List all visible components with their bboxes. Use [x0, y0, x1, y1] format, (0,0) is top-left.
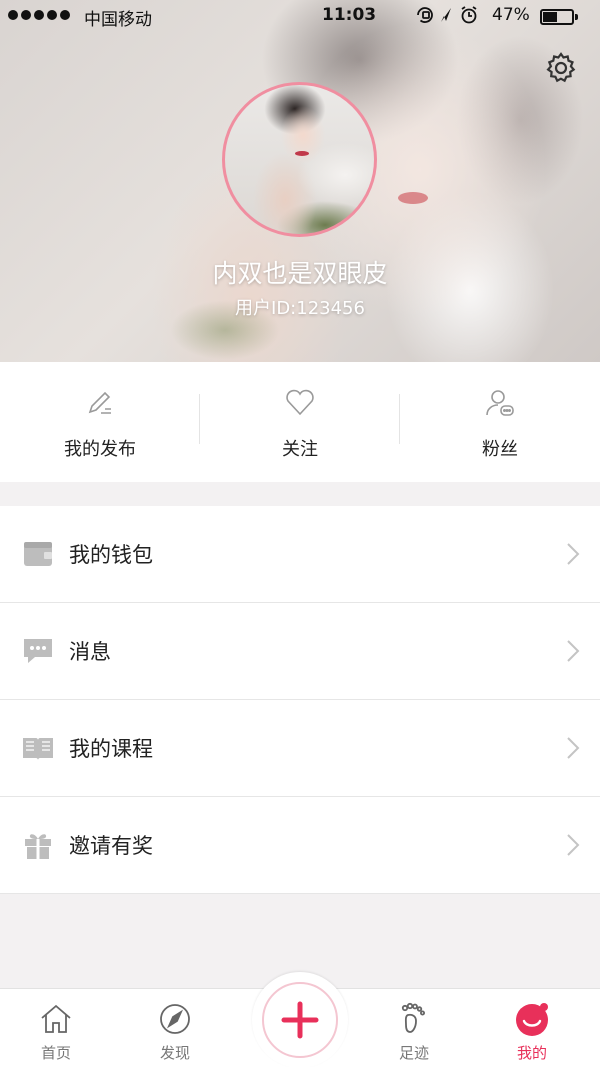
tab-label-home: 首页 — [40, 1044, 71, 1062]
status-icons — [415, 4, 485, 30]
add-button-wrapper — [252, 972, 348, 1067]
followers-button[interactable]: 粉丝 — [400, 362, 600, 482]
background-photo — [398, 192, 428, 204]
menu-label-courses: 我的课程 — [69, 737, 153, 761]
heart-icon — [286, 389, 314, 416]
status-bar: 中国移动 11:03 47% — [0, 0, 600, 32]
battery-icon — [540, 9, 578, 25]
menu-label-messages: 消息 — [69, 640, 111, 664]
compass-icon — [160, 1004, 190, 1034]
chevron-right-icon — [567, 640, 580, 662]
menu-item-courses[interactable]: 我的课程 — [0, 700, 600, 797]
tab-mine[interactable]: 我的 — [482, 989, 582, 1067]
following-button[interactable]: 关注 — [200, 362, 400, 482]
menu-item-invite[interactable]: 邀请有奖 — [0, 797, 600, 894]
carrier-label: 中国移动 — [84, 10, 152, 30]
signal-icon — [8, 10, 70, 20]
rotation-lock-icon — [417, 7, 433, 23]
location-icon — [441, 8, 451, 22]
avatar[interactable] — [222, 82, 377, 237]
wallet-icon — [24, 542, 52, 566]
chevron-right-icon — [567, 737, 580, 759]
profile-stats: 我的发布 关注 粉丝 — [0, 362, 600, 482]
plus-icon — [281, 1001, 319, 1039]
my-posts-label: 我的发布 — [64, 439, 136, 460]
person-chat-icon — [486, 390, 514, 416]
battery-percent: 47% — [492, 5, 530, 25]
chevron-right-icon — [567, 543, 580, 565]
alarm-icon — [461, 6, 477, 24]
tab-label-footprint: 足迹 — [398, 1044, 429, 1062]
tab-footprint[interactable]: 足迹 — [364, 989, 464, 1067]
username: 内双也是双眼皮 — [212, 259, 388, 288]
tab-discover[interactable]: 发现 — [125, 989, 225, 1067]
tab-label-discover: 发现 — [159, 1044, 190, 1062]
menu-label-invite: 邀请有奖 — [69, 834, 153, 858]
smiley-icon — [516, 1003, 548, 1036]
menu-item-wallet[interactable]: 我的钱包 — [0, 506, 600, 603]
footprint-icon — [401, 1002, 425, 1033]
home-icon — [41, 1004, 71, 1033]
followers-label: 粉丝 — [482, 439, 518, 460]
settings-gear-icon[interactable] — [543, 50, 579, 86]
menu-label-wallet: 我的钱包 — [69, 543, 153, 567]
book-icon — [23, 738, 53, 760]
clock: 11:03 — [322, 5, 377, 25]
user-id: 用户ID:123456 — [235, 298, 365, 319]
tab-label-mine: 我的 — [516, 1044, 547, 1062]
pencil-icon — [88, 391, 111, 414]
add-button[interactable] — [262, 982, 338, 1058]
menu-item-messages[interactable]: 消息 — [0, 603, 600, 700]
chevron-right-icon — [567, 834, 580, 856]
my-posts-button[interactable]: 我的发布 — [0, 362, 200, 482]
menu-list: 我的钱包 消息 我的课程 邀请有奖 — [0, 506, 600, 894]
gift-icon — [25, 834, 51, 859]
following-label: 关注 — [282, 439, 318, 460]
tab-home[interactable]: 首页 — [6, 989, 106, 1067]
message-icon — [24, 639, 52, 663]
profile-header: 中国移动 11:03 47% 内双也是双眼皮 用户ID:123456 — [0, 0, 600, 362]
